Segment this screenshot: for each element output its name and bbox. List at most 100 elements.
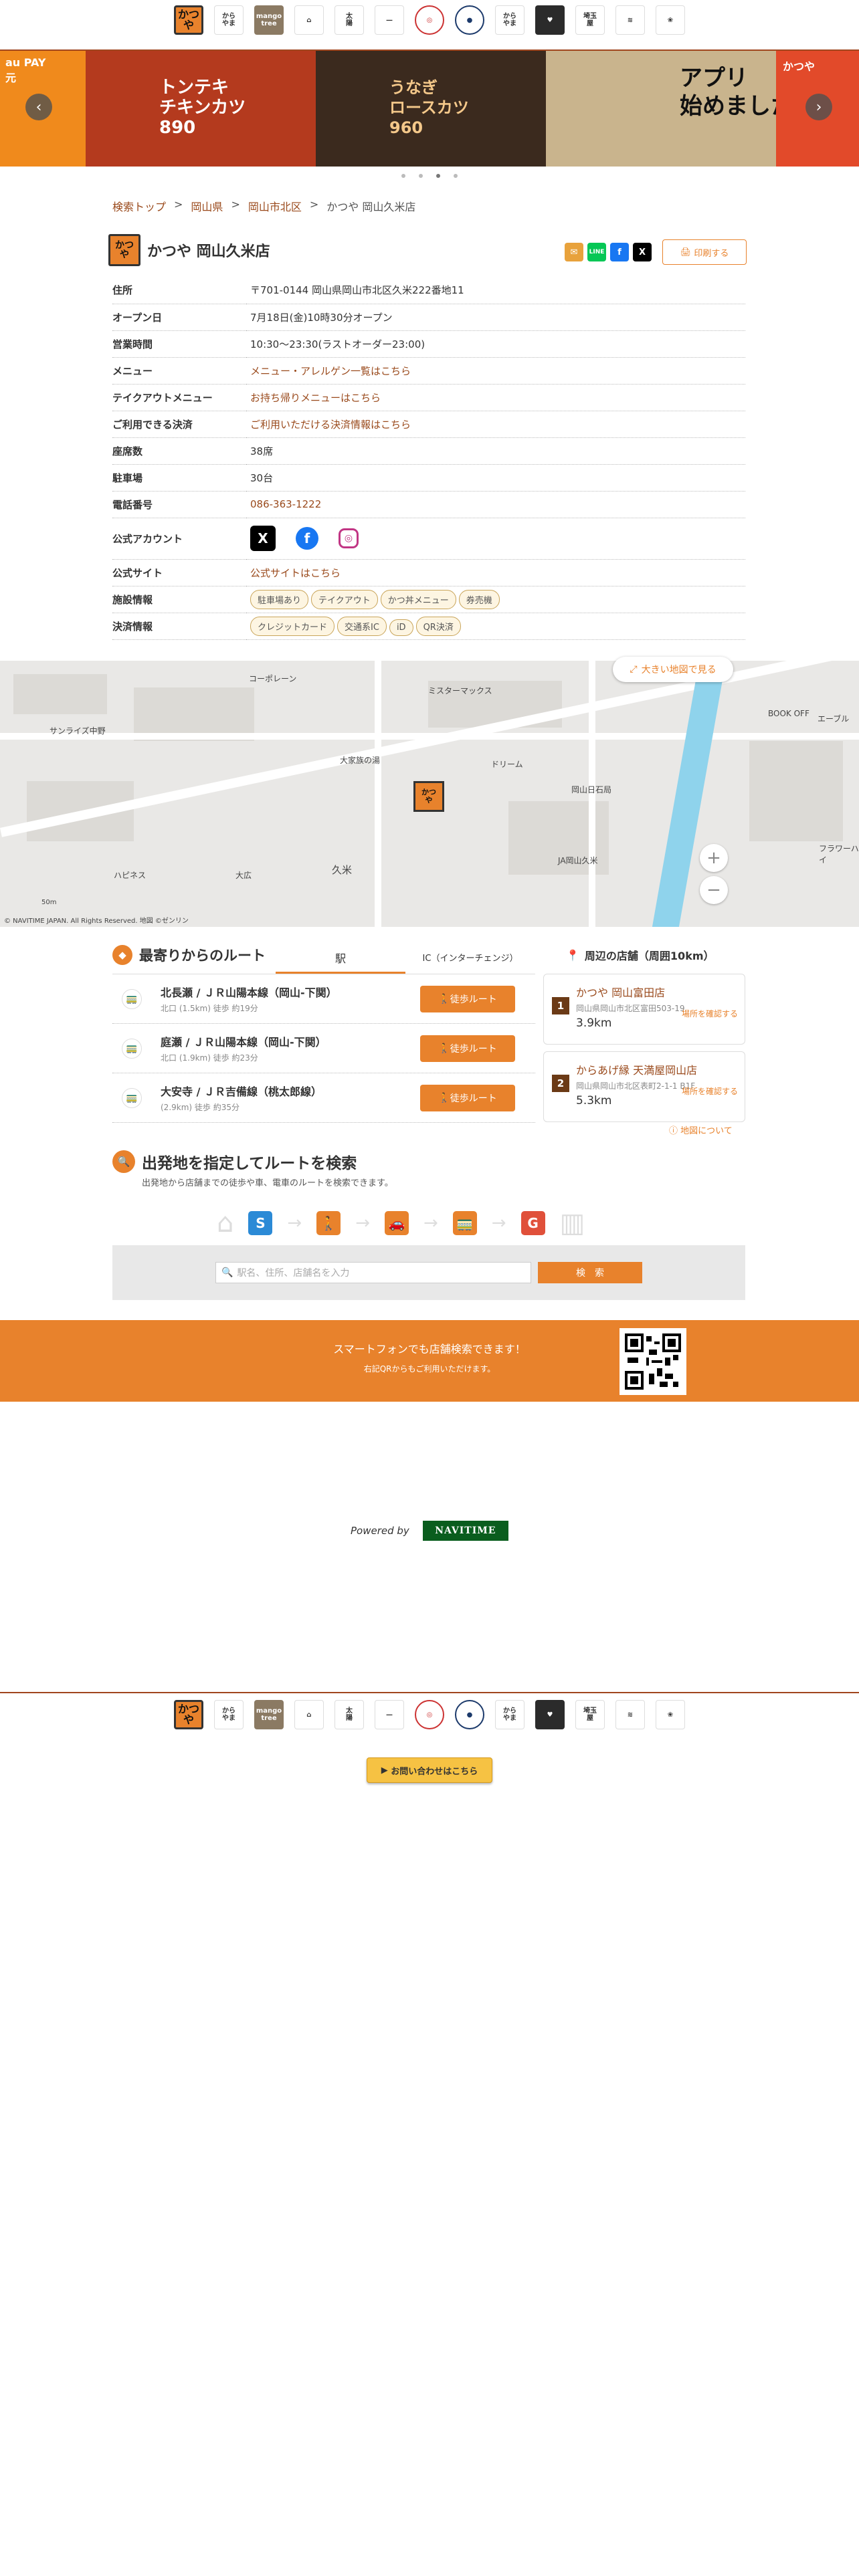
zoom-in-button[interactable]: +: [700, 844, 728, 872]
brand-logo[interactable]: —: [375, 5, 404, 35]
store-map-pin[interactable]: かつや: [413, 781, 444, 812]
brand-logo[interactable]: ◎: [415, 5, 444, 35]
nearby-store-name[interactable]: からあげ縁 天満屋岡山店: [576, 1061, 738, 1077]
info-row-site: 公式サイト 公式サイトはこちら: [112, 559, 745, 586]
menu-link[interactable]: メニュー・アレルゲン一覧はこちら: [250, 365, 411, 377]
facebook-icon[interactable]: f: [296, 527, 318, 550]
info-row-menu: メニュー メニュー・アレルゲン一覧はこちら: [112, 357, 745, 385]
parking-value: 30台: [246, 464, 745, 492]
info-row-payment: ご利用できる決済 ご利用いただける決済情報はこちら: [112, 411, 745, 438]
route-tabs: 駅 IC（インターチェンジ）: [276, 944, 535, 974]
brand-logo[interactable]: から やま: [495, 1700, 524, 1729]
walk-icon: 🚶: [438, 993, 450, 1004]
brand-logo[interactable]: ⌂: [294, 1700, 324, 1729]
nearby-store-card[interactable]: 1 かつや 岡山富田店 岡山県岡山市北区富田503-19 3.9km 場所を確認…: [543, 974, 745, 1045]
brand-logo[interactable]: かつ や: [174, 1700, 203, 1729]
train-icon: 🚃: [122, 988, 142, 1009]
facility-tag: 駐車場あり: [250, 589, 309, 609]
print-icon: 🖨: [680, 247, 694, 257]
instagram-icon[interactable]: ◎: [339, 528, 359, 548]
breadcrumb-link-ward[interactable]: 岡山市北区: [248, 198, 302, 214]
brand-logo[interactable]: ●: [455, 5, 484, 35]
origin-search-input[interactable]: 🔍 駅名、住所、店舗名を入力: [215, 1262, 531, 1283]
mail-share-icon[interactable]: ✉: [565, 243, 583, 261]
banner-slide-2[interactable]: トンテキ チキンカツ 890: [86, 51, 316, 167]
info-row-seats: 座席数 38席: [112, 437, 745, 465]
check-location-link[interactable]: 場所を確認する: [682, 1085, 738, 1097]
brand-logo[interactable]: ♥: [535, 1700, 565, 1729]
banner-slide-3[interactable]: うなぎ ロースカツ 960: [316, 51, 546, 167]
contact-button[interactable]: ▶ お問い合わせはこちら: [367, 1757, 492, 1783]
banner-slide-4[interactable]: アプリ 始めました。: [546, 51, 776, 167]
brand-logo[interactable]: かつ や: [174, 5, 203, 35]
brand-logo[interactable]: ≋: [615, 1700, 645, 1729]
train-icon: 🚃: [122, 1087, 142, 1108]
brand-bar: かつ やから やま mango tree ⌂ 太 陽 — ◎ ● から やま ♥ 埼玉 屋 ≋ ❀: [0, 5, 859, 35]
tab-station[interactable]: 駅: [276, 944, 405, 974]
brand-logo[interactable]: 埼玉 屋: [575, 1700, 605, 1729]
map-label: エーブル: [818, 714, 850, 724]
brand-logo[interactable]: ⌂: [294, 5, 324, 35]
brand-logo[interactable]: 太 陽: [335, 1700, 364, 1729]
route-row: 🚃 北長瀬 / ＪＲ山陽本線（岡山-下関） 北口 (1.5km) 徒歩 約19分 …: [112, 974, 535, 1024]
brand-logo[interactable]: ❀: [656, 5, 685, 35]
route-search-button[interactable]: 検 索: [538, 1262, 642, 1283]
settlement-tag: 交通系IC: [337, 616, 387, 636]
x-icon[interactable]: X: [250, 526, 276, 551]
store-map[interactable]: コーポレーン サンライズ中野 ミスターマックス 大家族の湯 ドリーム ハピネス …: [0, 661, 859, 927]
tab-ic[interactable]: IC（インターチェンジ）: [405, 944, 535, 974]
brand-logo[interactable]: —: [375, 1700, 404, 1729]
takeout-link[interactable]: お持ち帰りメニューはこちら: [250, 392, 381, 404]
banner-carousel[interactable]: au PAY 元 トンテキ チキンカツ 890 うなぎ ロースカツ 960 アプ…: [0, 51, 859, 167]
brand-logo[interactable]: mango tree: [254, 1700, 284, 1729]
brand-logo[interactable]: ●: [455, 1700, 484, 1729]
zoom-out-button[interactable]: −: [700, 876, 728, 904]
info-label: 公式サイト: [112, 559, 246, 586]
phone-link[interactable]: 086-363-1222: [250, 498, 321, 510]
brand-logo[interactable]: 埼玉 屋: [575, 5, 605, 35]
carousel-dot[interactable]: [401, 174, 405, 178]
payment-link[interactable]: ご利用いただける決済情報はこちら: [250, 419, 411, 431]
address-value: 〒701-0144 岡山県岡山市北区久米222番地11: [246, 277, 745, 304]
official-site-link[interactable]: 公式サイトはこちら: [250, 567, 341, 579]
carousel-dot[interactable]: [454, 174, 458, 178]
walk-route-button[interactable]: 🚶 徒歩ルート: [420, 985, 515, 1012]
brand-logo[interactable]: から やま: [214, 5, 244, 35]
arrow-icon: →: [287, 1213, 302, 1233]
map-about-link[interactable]: ⓘ 地図について: [669, 1123, 733, 1136]
carousel-dot-active[interactable]: [436, 174, 440, 178]
carousel-prev-button[interactable]: ‹: [25, 94, 52, 120]
expand-icon: ⤢: [630, 664, 638, 675]
carousel-next-button[interactable]: ›: [805, 94, 832, 120]
brand-logo[interactable]: mango tree: [254, 5, 284, 35]
walk-route-button[interactable]: 🚶 徒歩ルート: [420, 1084, 515, 1111]
nearby-store-name[interactable]: かつや 岡山富田店: [576, 984, 738, 1000]
carousel-dot[interactable]: [419, 174, 423, 178]
large-map-button[interactable]: ⤢ 大きい地図で見る: [613, 657, 733, 682]
brand-logo[interactable]: から やま: [495, 5, 524, 35]
nearby-number: 2: [552, 1075, 569, 1092]
brand-logo[interactable]: ≋: [615, 5, 645, 35]
breadcrumb-link-prefecture[interactable]: 岡山県: [191, 198, 223, 214]
house-icon: ⌂: [217, 1208, 234, 1239]
info-row-parking: 駐車場 30台: [112, 464, 745, 492]
map-scale: 50m: [41, 899, 57, 906]
station-detail: 北口 (1.5km) 徒歩 約19分: [161, 1004, 258, 1013]
seats-value: 38席: [246, 437, 745, 465]
line-share-icon[interactable]: LINE: [587, 243, 606, 261]
brand-logo[interactable]: ♥: [535, 5, 565, 35]
info-label: ご利用できる決済: [112, 411, 246, 438]
brand-logo[interactable]: 太 陽: [335, 5, 364, 35]
breadcrumb-link-top[interactable]: 検索トップ: [112, 198, 166, 214]
brand-logo[interactable]: から やま: [214, 1700, 244, 1729]
walk-route-button[interactable]: 🚶 徒歩ルート: [420, 1035, 515, 1062]
brand-logo[interactable]: ◎: [415, 1700, 444, 1729]
brand-logo[interactable]: ❀: [656, 1700, 685, 1729]
info-label: メニュー: [112, 357, 246, 385]
nearby-store-card[interactable]: 2 からあげ縁 天満屋岡山店 岡山県岡山市北区表町2-1-1 B1F 5.3km…: [543, 1051, 745, 1122]
check-location-link[interactable]: 場所を確認する: [682, 1008, 738, 1019]
facebook-share-icon[interactable]: f: [610, 243, 629, 261]
print-button[interactable]: 🖨 印刷する: [662, 239, 747, 265]
breadcrumb-sep: >: [231, 198, 240, 211]
x-share-icon[interactable]: X: [633, 243, 652, 261]
